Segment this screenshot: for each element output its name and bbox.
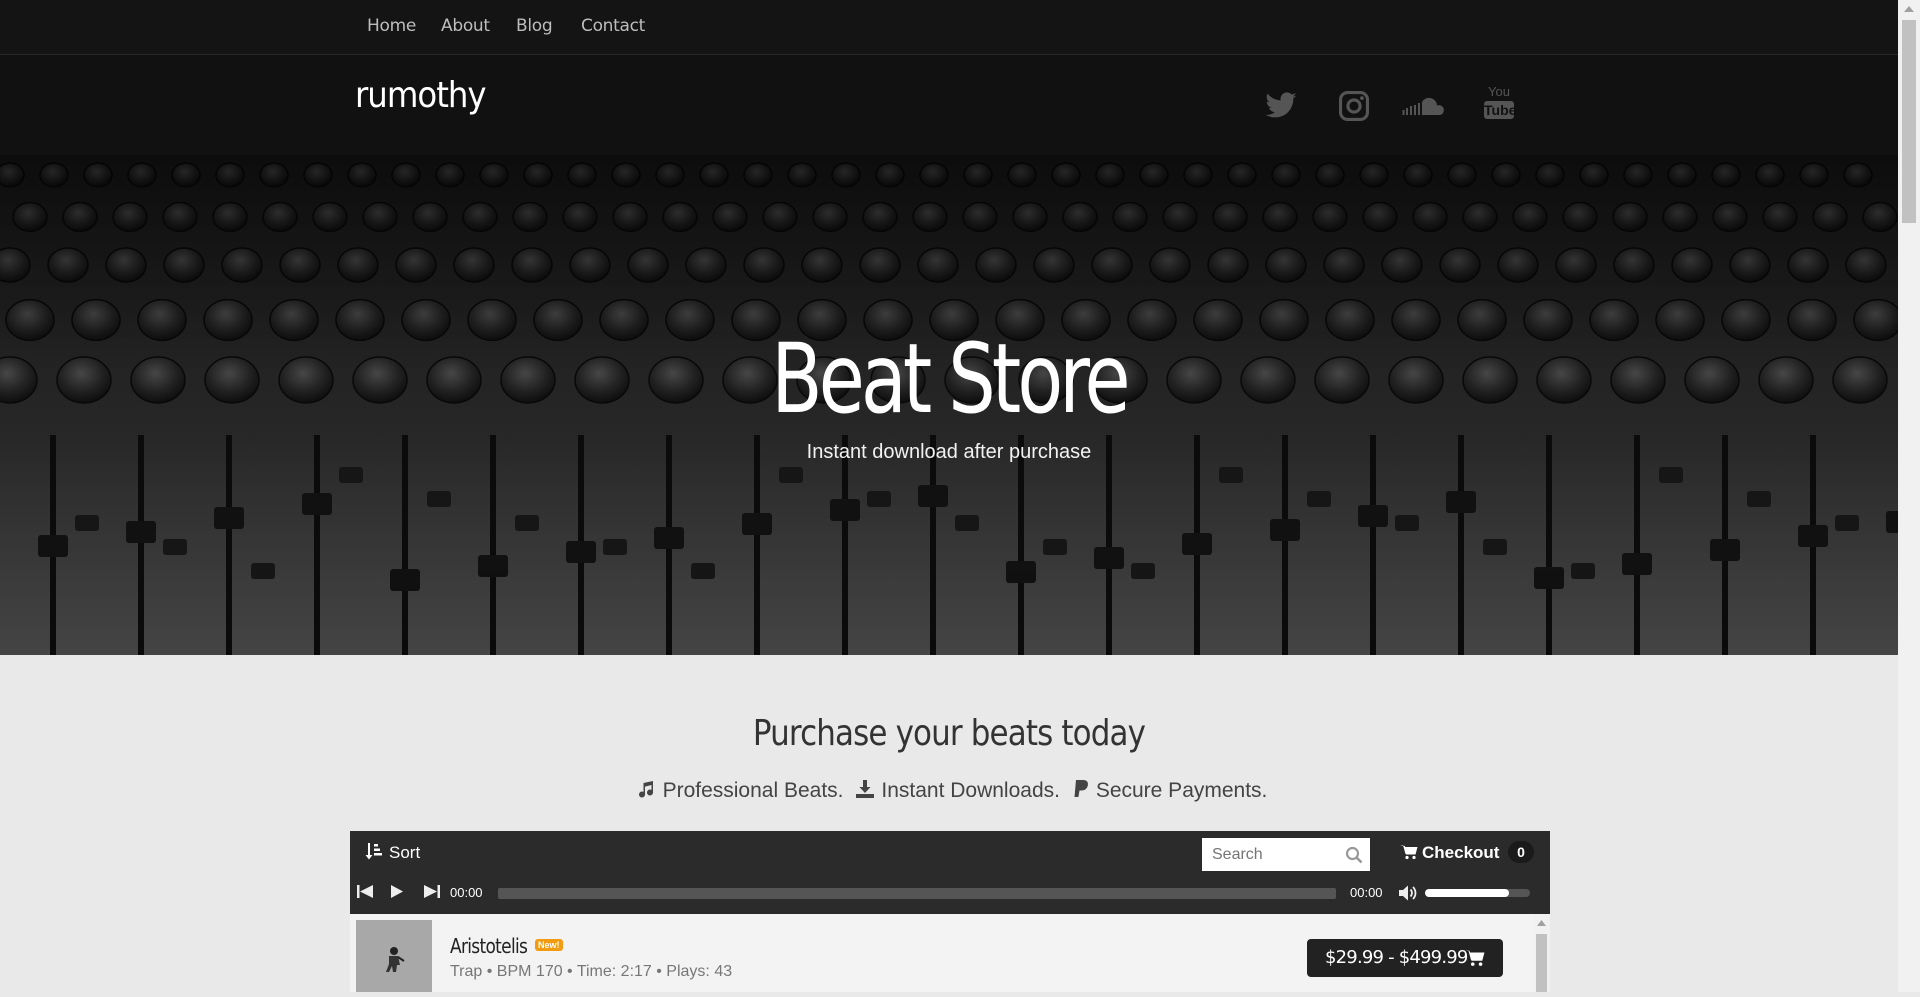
sort-icon — [365, 843, 382, 860]
scroll-up-icon[interactable] — [1904, 6, 1914, 12]
top-nav: Home About Blog Contact — [0, 0, 1898, 55]
feature-professional-beats: Professional Beats. — [662, 779, 844, 802]
music-note-icon — [637, 779, 657, 805]
youtube-icon-you: You — [1488, 84, 1510, 99]
volume-icon[interactable] — [1399, 885, 1417, 901]
price-label: $29.99 - $499.99 — [1325, 947, 1468, 968]
site-header: rumothy You Tube — [0, 55, 1898, 155]
hero-banner: Beat Store Instant download after purcha… — [0, 155, 1898, 655]
nav-about-link[interactable]: About — [441, 16, 490, 36]
cart-count-badge: 0 — [1508, 841, 1534, 863]
section-title: Purchase your beats today — [752, 713, 1146, 754]
progress-bar[interactable] — [498, 888, 1336, 899]
twitter-icon[interactable] — [1264, 89, 1300, 125]
next-track-icon[interactable] — [422, 884, 440, 899]
sort-button[interactable]: Sort — [365, 843, 420, 863]
feature-secure-payments: Secure Payments. — [1095, 779, 1268, 802]
nav-contact-link[interactable]: Contact — [581, 16, 645, 36]
hero-subtitle: Instant download after purchase — [806, 441, 1092, 463]
cart-icon — [1465, 950, 1485, 966]
new-badge: New! — [535, 939, 563, 951]
volume-slider[interactable] — [1425, 889, 1530, 897]
feature-list: Professional Beats. Instant Downloads. S… — [0, 779, 1898, 805]
checkout-label: Checkout — [1422, 843, 1500, 862]
brand-logo[interactable]: rumothy — [355, 75, 487, 116]
add-to-cart-button[interactable]: $29.99 - $499.99 — [1307, 939, 1503, 977]
sort-label: Sort — [389, 843, 421, 862]
download-icon — [855, 779, 875, 805]
paypal-icon — [1072, 779, 1090, 805]
track-title[interactable]: Aristotelis — [450, 934, 528, 958]
play-icon[interactable] — [390, 884, 404, 899]
checkout-button[interactable]: Checkout — [1400, 843, 1499, 863]
youtube-icon[interactable]: You Tube — [1484, 85, 1517, 125]
search-icon[interactable] — [1345, 846, 1363, 864]
artwork-figure-icon — [386, 947, 405, 972]
previous-track-icon[interactable] — [357, 884, 375, 899]
track-list-scroll-thumb[interactable] — [1536, 934, 1547, 992]
nav-blog-link[interactable]: Blog — [516, 16, 553, 36]
duration-time: 00:00 — [1350, 885, 1383, 900]
track-list: Aristotelis New! Trap • BPM 170 • Time: … — [350, 914, 1550, 992]
scroll-up-icon[interactable] — [1537, 920, 1546, 926]
youtube-icon-tube: Tube — [1484, 101, 1517, 119]
volume-level — [1425, 889, 1509, 897]
beat-player: Sort Checkout 0 00:00 00:00 — [350, 831, 1550, 914]
track-artwork[interactable] — [356, 920, 432, 992]
page-scroll-thumb[interactable] — [1902, 20, 1916, 223]
nav-home-link[interactable]: Home — [367, 16, 416, 36]
soundcloud-icon[interactable] — [1402, 89, 1450, 125]
current-time: 00:00 — [450, 885, 483, 900]
track-meta: Trap • BPM 170 • Time: 2:17 • Plays: 43 — [450, 963, 733, 980]
hero-title: Beat Store — [771, 323, 1130, 435]
instagram-icon[interactable] — [1337, 89, 1373, 125]
feature-instant-downloads: Instant Downloads. — [881, 779, 1060, 802]
cart-icon — [1400, 845, 1418, 860]
page-scrollbar[interactable] — [1898, 0, 1920, 992]
track-list-scrollbar[interactable] — [1533, 914, 1550, 992]
